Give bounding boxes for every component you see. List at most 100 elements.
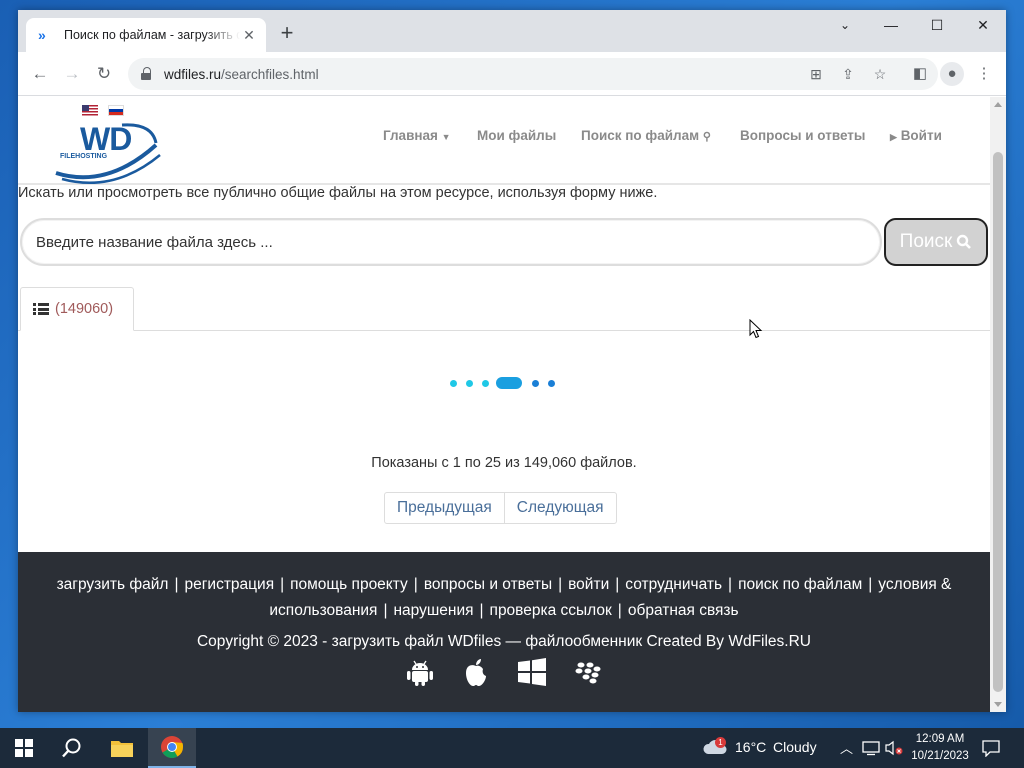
minimize-icon[interactable]: —: [868, 10, 914, 42]
separator: |: [383, 602, 388, 619]
close-tab-icon[interactable]: ✕: [240, 26, 258, 44]
url-text: wdfiles.ru/searchfiles.html: [164, 67, 319, 82]
os-icons: [404, 656, 614, 688]
chrome-taskbar-button[interactable]: [148, 728, 196, 768]
notifications-icon[interactable]: [982, 739, 1000, 757]
profile-avatar-icon[interactable]: ●: [940, 62, 964, 86]
clock-date: 10/21/2023: [911, 750, 969, 762]
footer-link-upload[interactable]: загрузить файл: [57, 576, 169, 593]
nav-login[interactable]: ▶ Войти: [890, 128, 942, 143]
footer-link-cooperate[interactable]: сотрудничать: [625, 576, 722, 593]
scroll-up-icon[interactable]: [994, 102, 1002, 107]
maximize-icon[interactable]: ☐: [914, 10, 960, 42]
mouse-cursor-icon: [749, 319, 763, 339]
loader-dot-active: [496, 377, 522, 389]
english-flag-icon[interactable]: [82, 105, 98, 116]
site-favicon-icon: »: [38, 27, 46, 43]
footer-link-register[interactable]: регистрация: [185, 576, 275, 593]
scroll-down-icon[interactable]: [994, 702, 1002, 707]
volume-muted-icon[interactable]: [884, 740, 904, 756]
caret-right-icon: ▶: [890, 132, 897, 142]
footer-link-search[interactable]: поиск по файлам: [738, 576, 862, 593]
magnifier-icon: [957, 234, 972, 249]
nav-faq[interactable]: Вопросы и ответы: [740, 128, 865, 143]
taskbar-search-button[interactable]: [48, 728, 96, 768]
loader-dot: [466, 380, 473, 387]
search-button-label: Поиск: [899, 231, 953, 252]
separator: |: [413, 576, 418, 593]
footer-links: загрузить файл | регистрация | помощь проект…: [28, 572, 980, 624]
footer-link-abuse[interactable]: нарушения: [393, 602, 473, 619]
site-header: WD FILEHOSTING Главная ▼ Мои файлы Поиск…: [18, 97, 990, 185]
loading-spinner: [450, 375, 560, 391]
footer-link-link-checker[interactable]: проверка ссылок: [490, 602, 612, 619]
folder-icon: [111, 741, 133, 757]
tab-search-icon[interactable]: ⌄: [822, 10, 868, 42]
russian-flag-icon[interactable]: [108, 105, 124, 116]
intro-text: Искать или просмотреть все публично общи…: [18, 185, 658, 201]
bookmark-star-icon[interactable]: ☆: [870, 64, 890, 84]
apple-icon[interactable]: [460, 656, 492, 688]
footer-link-feedback[interactable]: обратная связь: [628, 602, 739, 619]
footer-link-donate[interactable]: помощь проекту: [290, 576, 408, 593]
tab-strip: » Поиск по файлам - загрузить файл ✕ + ⌄…: [18, 10, 1006, 52]
windows-start-icon: [15, 739, 33, 757]
blackberry-icon[interactable]: [572, 656, 604, 688]
windows-icon[interactable]: [516, 656, 548, 688]
file-search-input[interactable]: [20, 218, 882, 266]
search-button[interactable]: Поиск: [884, 218, 988, 266]
side-panel-icon[interactable]: ◧: [908, 62, 932, 86]
share-icon[interactable]: ⇪: [838, 64, 858, 84]
separator: |: [868, 576, 873, 593]
page-scrollbar[interactable]: [990, 97, 1006, 712]
next-page-link[interactable]: Следующая: [503, 493, 616, 523]
loader-dot: [532, 380, 539, 387]
forward-icon[interactable]: →: [60, 62, 84, 86]
browser-tab[interactable]: » Поиск по файлам - загрузить файл ✕: [26, 18, 266, 52]
pagination: Предыдущая Следующая: [384, 492, 617, 524]
nav-search[interactable]: Поиск по файлам ⚲: [581, 128, 711, 143]
nav-my-files[interactable]: Мои файлы: [477, 128, 556, 143]
browser-toolbar: ← → ↻ wdfiles.ru/searchfiles.html ⊞ ⇪ ☆ …: [18, 52, 1006, 96]
clock-time: 12:09 AM: [915, 733, 965, 745]
separator: |: [479, 602, 484, 619]
tabs-divider: [18, 330, 990, 331]
file-explorer-button[interactable]: [98, 728, 146, 768]
start-button[interactable]: [0, 728, 48, 768]
list-icon: [33, 303, 49, 315]
lock-icon[interactable]: [140, 67, 154, 81]
tab-title: Поиск по файлам - загрузить файл: [64, 28, 240, 42]
new-tab-icon[interactable]: +: [276, 22, 298, 45]
address-bar[interactable]: wdfiles.ru/searchfiles.html ⊞ ⇪ ☆: [128, 58, 938, 90]
separator: |: [174, 576, 179, 593]
back-icon[interactable]: ←: [28, 62, 52, 86]
close-window-icon[interactable]: ✕: [960, 10, 1006, 42]
prev-page-link[interactable]: Предыдущая: [385, 493, 504, 523]
loader-dot: [482, 380, 489, 387]
chevron-up-icon[interactable]: ︿: [840, 738, 853, 757]
footer-link-login[interactable]: войти: [568, 576, 609, 593]
menu-kebab-icon[interactable]: ⋮: [972, 62, 996, 86]
url-path: /searchfiles.html: [221, 66, 319, 82]
browser-window: » Поиск по файлам - загрузить файл ✕ + ⌄…: [18, 10, 1006, 712]
reload-icon[interactable]: ↻: [92, 62, 116, 86]
network-icon[interactable]: [862, 740, 880, 756]
separator: |: [617, 602, 622, 619]
separator: |: [615, 576, 620, 593]
nav-home-label: Главная: [383, 128, 438, 143]
site-logo[interactable]: WD FILEHOSTING: [52, 117, 162, 187]
page-viewport: WD FILEHOSTING Главная ▼ Мои файлы Поиск…: [18, 97, 990, 712]
translate-icon[interactable]: ⊞: [806, 64, 826, 84]
weather-condition: Cloudy: [773, 739, 817, 755]
logo-subtext: FILEHOSTING: [60, 153, 108, 160]
site-footer: загрузить файл | регистрация | помощь проект…: [18, 552, 990, 712]
loader-dot: [548, 380, 555, 387]
android-icon[interactable]: [404, 656, 436, 688]
tab-file-list[interactable]: (149060): [20, 287, 134, 331]
scrollbar-thumb[interactable]: [993, 152, 1003, 692]
system-clock[interactable]: 12:09 AM 10/21/2023: [906, 731, 974, 765]
nav-home[interactable]: Главная ▼: [383, 128, 451, 143]
footer-link-faq[interactable]: вопросы и ответы: [424, 576, 552, 593]
file-count: (149060): [55, 301, 114, 317]
separator: |: [728, 576, 733, 593]
